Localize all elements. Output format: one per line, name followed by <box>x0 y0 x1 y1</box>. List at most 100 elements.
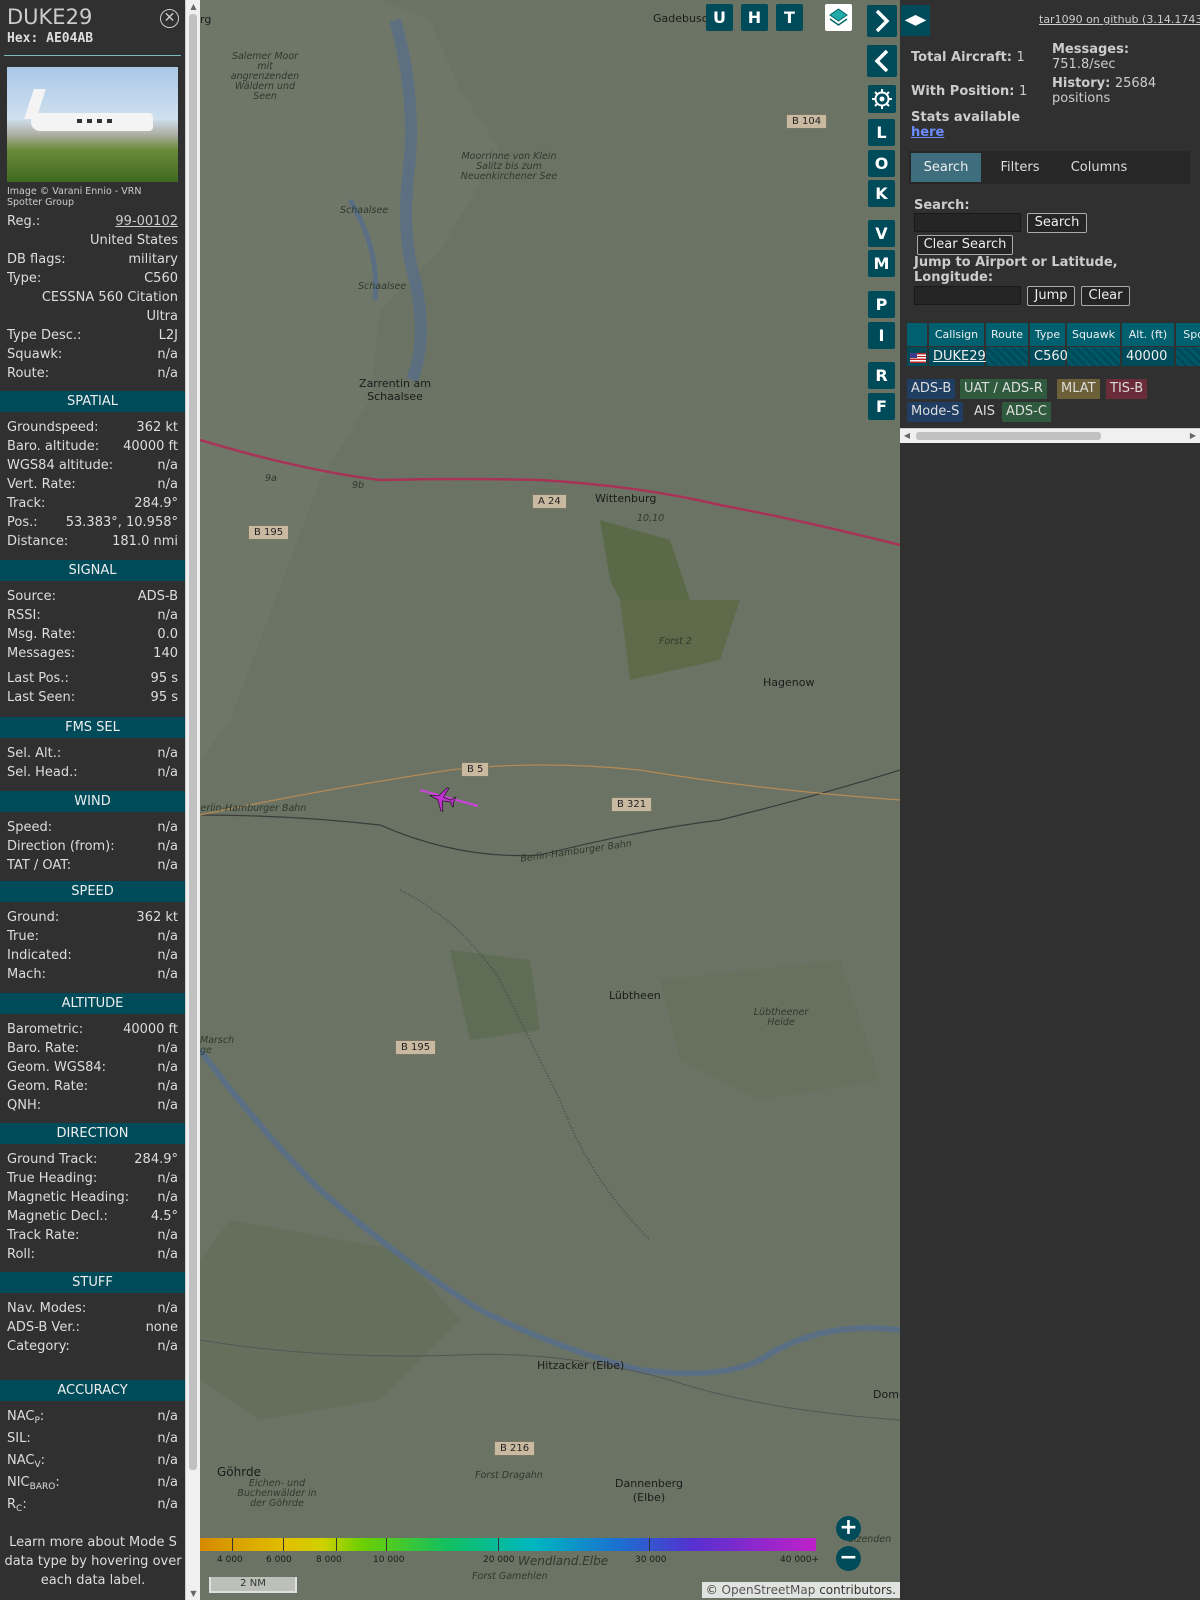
info-row-label[interactable]: ADS-B Ver.: <box>7 1319 80 1337</box>
column-header-squawk[interactable]: Squawk <box>1067 323 1121 346</box>
layers-icon[interactable] <box>825 4 852 31</box>
map-button-u[interactable]: U <box>706 4 733 31</box>
map-button-r[interactable]: R <box>868 362 895 389</box>
map-button-k[interactable]: K <box>868 180 895 207</box>
info-row-label[interactable]: Messages: <box>7 645 75 663</box>
info-row-label[interactable]: Track: <box>7 495 45 513</box>
info-row-label[interactable]: NACP: <box>7 1408 44 1430</box>
chevron-left-icon[interactable] <box>867 45 897 77</box>
info-row-label[interactable]: Magnetic Heading: <box>7 1189 129 1207</box>
tab-columns[interactable]: Columns <box>1059 153 1139 182</box>
info-row-label[interactable]: TAT / OAT: <box>7 857 71 875</box>
map-button-l[interactable]: L <box>868 119 895 146</box>
openstreetmap-link[interactable]: OpenStreetMap <box>722 1583 816 1597</box>
info-row-label[interactable]: Ground Track: <box>7 1151 97 1169</box>
info-row-label[interactable]: Vert. Rate: <box>7 476 76 494</box>
info-row-label[interactable]: Magnetic Decl.: <box>7 1208 108 1226</box>
info-row-label[interactable]: Msg. Rate: <box>7 626 76 644</box>
map-button-t[interactable]: T <box>776 4 803 31</box>
column-header-flag[interactable] <box>907 323 928 346</box>
table-cell-callsign[interactable]: DUKE29 <box>929 347 986 366</box>
info-row-label-base: NIC <box>7 1475 30 1490</box>
info-row-label[interactable]: True: <box>7 928 39 946</box>
info-row-label[interactable]: Track Rate: <box>7 1227 79 1245</box>
source-badge-mlat[interactable]: MLAT <box>1057 379 1100 399</box>
chevron-right-icon[interactable] <box>867 5 897 37</box>
map-button-o[interactable]: O <box>868 150 895 177</box>
horizontal-scrollbar-thumb[interactable] <box>916 432 1101 440</box>
sidebar-scrollbar[interactable]: ▲ ▼ <box>185 0 200 1600</box>
map-button-f[interactable]: F <box>868 393 895 420</box>
scroll-up-icon[interactable]: ▲ <box>186 0 201 13</box>
info-row-label[interactable]: Sel. Alt.: <box>7 745 61 763</box>
zoom-in-button[interactable]: + <box>836 1516 861 1541</box>
info-row-label[interactable]: SIL: <box>7 1430 31 1448</box>
registration-link[interactable]: 99-00102 <box>115 213 178 231</box>
source-badge-uat-ads-r[interactable]: UAT / ADS-R <box>960 379 1047 399</box>
map-button-h[interactable]: H <box>741 4 768 31</box>
info-row-label[interactable]: Direction (from): <box>7 838 115 856</box>
info-row-label[interactable]: Sel. Head.: <box>7 764 78 782</box>
column-header-type[interactable]: Type <box>1030 323 1066 346</box>
search-button[interactable]: Search <box>1027 213 1087 233</box>
scrollbar-thumb[interactable] <box>189 14 197 1470</box>
info-row-label[interactable]: RSSI: <box>7 607 41 625</box>
scroll-down-icon[interactable]: ▼ <box>186 1587 201 1600</box>
source-badge-ads-c[interactable]: ADS-C <box>1002 402 1051 422</box>
zoom-out-button[interactable]: − <box>836 1546 861 1571</box>
info-row-label[interactable]: RC: <box>7 1496 27 1518</box>
source-badge-mode-s[interactable]: Mode-S <box>907 402 964 422</box>
tab-filters[interactable]: Filters <box>985 153 1055 182</box>
aircraft-photo[interactable] <box>7 67 178 182</box>
info-row-label[interactable]: WGS84 altitude: <box>7 457 113 475</box>
map-button-v[interactable]: V <box>868 220 895 247</box>
info-row-label[interactable]: Pos.: <box>7 514 38 532</box>
search-input[interactable] <box>914 213 1021 232</box>
info-row-label[interactable]: True Heading: <box>7 1170 97 1188</box>
settings-gear-icon[interactable] <box>868 85 896 113</box>
column-header-speed[interactable]: Spd. <box>1176 323 1200 346</box>
clear-button[interactable]: Clear <box>1081 286 1130 306</box>
info-row-label[interactable]: Last Seen: <box>7 689 75 707</box>
info-row-label[interactable]: Source: <box>7 588 56 606</box>
source-badge-ais[interactable]: AIS <box>970 402 999 422</box>
info-row-label[interactable]: Barometric: <box>7 1021 83 1039</box>
info-row-label[interactable]: Speed: <box>7 819 52 837</box>
info-row-label[interactable]: Ground: <box>7 909 59 927</box>
info-row-label[interactable]: Geom. WGS84: <box>7 1059 106 1077</box>
clear-search-button[interactable]: Clear Search <box>917 235 1013 255</box>
column-header-altitude[interactable]: Alt. (ft) <box>1122 323 1175 346</box>
info-row-label[interactable]: Roll: <box>7 1246 35 1264</box>
info-row-label[interactable]: Nav. Modes: <box>7 1300 86 1318</box>
info-row-label[interactable]: Indicated: <box>7 947 72 965</box>
info-row-label[interactable]: Geom. Rate: <box>7 1078 88 1096</box>
stats-link[interactable]: here <box>911 125 944 140</box>
scroll-right-icon[interactable]: ▶ <box>1186 429 1200 443</box>
info-row-label[interactable]: NICBARO: <box>7 1474 60 1496</box>
github-link[interactable]: tar1090 on github (3.14.1743) <box>1039 13 1200 26</box>
info-row-label[interactable]: Baro. Rate: <box>7 1040 79 1058</box>
expand-collapse-icon[interactable]: ◀▶ <box>901 5 930 36</box>
info-row-label[interactable]: QNH: <box>7 1097 41 1115</box>
source-badge-ads-b[interactable]: ADS-B <box>907 379 956 399</box>
map-button-i[interactable]: I <box>868 322 895 349</box>
jump-input[interactable] <box>914 286 1021 305</box>
column-header-route[interactable]: Route <box>986 323 1029 346</box>
info-row-label[interactable]: Mach: <box>7 966 46 984</box>
info-row-label[interactable]: Last Pos.: <box>7 670 69 688</box>
info-row-label[interactable]: NACV: <box>7 1452 45 1474</box>
info-row-label[interactable]: Category: <box>7 1338 70 1356</box>
map-button-m[interactable]: M <box>868 250 895 277</box>
jump-button[interactable]: Jump <box>1027 286 1075 306</box>
info-row-label[interactable]: Groundspeed: <box>7 419 98 437</box>
column-header-callsign[interactable]: Callsign <box>929 323 985 346</box>
info-row-label[interactable]: Baro. altitude: <box>7 438 99 456</box>
close-icon[interactable]: ✕ <box>160 9 179 28</box>
map-button-p[interactable]: P <box>868 291 895 318</box>
table-horizontal-scrollbar[interactable]: ◀ ▶ <box>900 428 1200 443</box>
source-badge-tis-b[interactable]: TIS-B <box>1106 379 1148 399</box>
tab-search[interactable]: Search <box>911 153 981 182</box>
map-view[interactable]: Gadebusch Zarrentin am Schaalsee Wittenb… <box>200 0 900 1600</box>
scroll-left-icon[interactable]: ◀ <box>900 429 914 443</box>
info-row-label[interactable]: Distance: <box>7 533 68 551</box>
